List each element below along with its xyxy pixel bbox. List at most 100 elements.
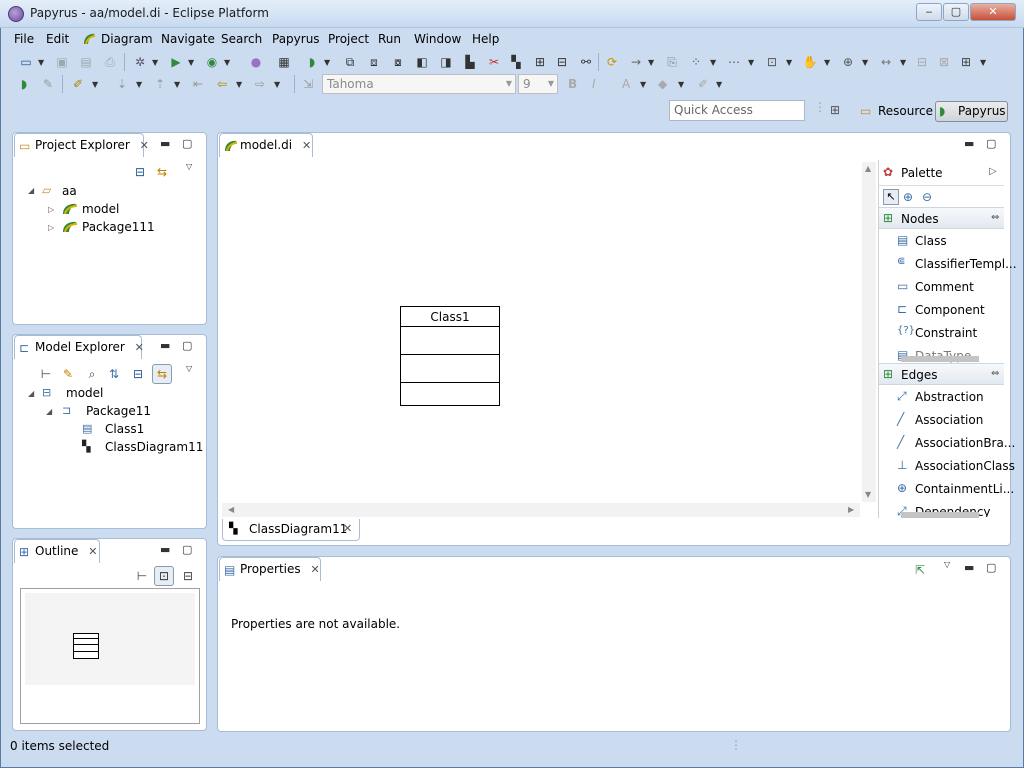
papyrus-leaf-icon[interactable]: ◗ bbox=[16, 76, 32, 92]
outline-tree-icon[interactable]: ⊢ bbox=[134, 568, 150, 584]
next-annotation-icon[interactable]: ⇣ bbox=[114, 76, 130, 92]
external-tools-icon[interactable]: ◉ bbox=[204, 54, 220, 70]
nested-classifiers-compartment[interactable] bbox=[401, 383, 499, 405]
forward-dropdown-icon[interactable]: ▼ bbox=[274, 80, 280, 89]
menu-navigate[interactable]: Navigate bbox=[161, 32, 215, 46]
tree-item-classdiagram11[interactable]: ClassDiagram11 bbox=[105, 440, 203, 454]
bold-icon[interactable]: B bbox=[568, 77, 577, 91]
scroll-left-icon[interactable]: ◀ bbox=[228, 505, 234, 514]
make-same-size-icon[interactable]: ⊡ bbox=[764, 54, 780, 70]
perspective-resource-button[interactable]: ▭ Resource bbox=[858, 101, 933, 121]
editor-tab-model-di[interactable]: model.di ✕ bbox=[219, 133, 313, 157]
maximize-icon[interactable]: ▢ bbox=[182, 137, 192, 150]
properties-tab[interactable]: ▤ Properties ✕ bbox=[219, 557, 321, 581]
menu-window[interactable]: Window bbox=[414, 32, 461, 46]
menu-file[interactable]: File bbox=[14, 32, 34, 46]
attributes-compartment[interactable] bbox=[401, 327, 499, 355]
italic-icon[interactable]: I bbox=[592, 77, 596, 91]
route-style-icon[interactable]: → bbox=[628, 54, 644, 70]
outline-viewport[interactable] bbox=[25, 593, 195, 685]
layout-icon[interactable]: ⊞ bbox=[532, 54, 548, 70]
zoom-tool-icon[interactable]: ✋ bbox=[802, 54, 818, 70]
maximize-icon[interactable]: ▢ bbox=[182, 339, 192, 352]
size-dropdown-icon[interactable]: ▼ bbox=[786, 58, 792, 67]
copy-format-icon[interactable]: ⎘ bbox=[664, 54, 680, 70]
palette-item-association-branch[interactable]: ╱ AssociationBra... bbox=[879, 432, 1015, 454]
close-window-button[interactable]: ✕ bbox=[970, 3, 1016, 21]
run-icon[interactable]: ▶ bbox=[168, 54, 184, 70]
minimize-icon[interactable]: ▬ bbox=[160, 543, 170, 556]
papyrus-sphere-icon[interactable]: ● bbox=[248, 54, 264, 70]
expanded-arrow-icon[interactable]: ◢ bbox=[28, 186, 34, 195]
font-name-combo[interactable]: Tahoma ▼ bbox=[322, 74, 516, 94]
tree-item-class1[interactable]: Class1 bbox=[105, 422, 144, 436]
operations-compartment[interactable] bbox=[401, 355, 499, 383]
palette-scroll-indicator[interactable] bbox=[901, 512, 979, 518]
model-explorer-tab[interactable]: ⊏ Model Explorer ✕ bbox=[14, 335, 144, 359]
menu-run[interactable]: Run bbox=[378, 32, 401, 46]
minimize-icon[interactable]: ▬ bbox=[964, 561, 974, 574]
external-tools-dropdown-icon[interactable]: ▼ bbox=[224, 58, 230, 67]
outline-overview-icon[interactable]: ⊡ bbox=[154, 566, 174, 586]
select-all-icon[interactable]: ⁘ bbox=[688, 54, 704, 70]
tree-item-model[interactable]: model bbox=[66, 386, 103, 400]
forward-icon[interactable]: ⇨ bbox=[252, 76, 268, 92]
minimize-window-button[interactable]: ‒ bbox=[916, 3, 942, 21]
zoom-dropdown-icon[interactable]: ▼ bbox=[824, 58, 830, 67]
synchronize-icon[interactable]: ⟳ bbox=[604, 54, 620, 70]
maximize-icon[interactable]: ▢ bbox=[986, 137, 996, 150]
diagram-canvas[interactable] bbox=[222, 162, 860, 502]
prev-annotation-dropdown-icon[interactable]: ▼ bbox=[174, 80, 180, 89]
open-type-icon[interactable]: ▦ bbox=[276, 54, 292, 70]
pin-properties-icon[interactable]: ⇱ bbox=[912, 562, 928, 578]
menu-edit[interactable]: Edit bbox=[46, 32, 69, 46]
brush-icon[interactable]: ✐ bbox=[70, 76, 86, 92]
menu-project[interactable]: Project bbox=[328, 32, 369, 46]
maximize-window-button[interactable]: ▢ bbox=[943, 3, 969, 21]
align-left-icon[interactable]: ⧉ bbox=[342, 54, 358, 70]
fit-dropdown-icon[interactable]: ▼ bbox=[980, 58, 986, 67]
grid-dropdown-icon[interactable]: ▼ bbox=[748, 58, 754, 67]
new-icon[interactable]: ▭ bbox=[18, 54, 34, 70]
route-style-dropdown-icon[interactable]: ▼ bbox=[648, 58, 654, 67]
collapse-palette-icon[interactable]: ▷ bbox=[989, 166, 997, 177]
menu-papyrus[interactable]: Papyrus bbox=[272, 32, 320, 46]
open-perspective-icon[interactable]: ⊞ bbox=[826, 102, 844, 120]
routing-dropdown-icon[interactable]: ▼ bbox=[862, 58, 868, 67]
scroll-up-icon[interactable]: ▲ bbox=[865, 164, 871, 173]
new-dropdown-icon[interactable]: ▼ bbox=[38, 58, 44, 67]
run-dropdown-icon[interactable]: ▼ bbox=[188, 58, 194, 67]
close-icon[interactable]: ✕ bbox=[343, 522, 352, 535]
align-center-icon[interactable]: ⧈ bbox=[366, 54, 382, 70]
collapsed-arrow-icon[interactable]: ▷ bbox=[48, 205, 54, 214]
scroll-right-icon[interactable]: ▶ bbox=[848, 505, 854, 514]
palette-item-class[interactable]: ▤ Class bbox=[879, 230, 1004, 252]
palette-item-association-class[interactable]: ⊥ AssociationClass bbox=[879, 455, 1015, 477]
class-name-label[interactable]: Class1 bbox=[401, 307, 499, 327]
font-color-dropdown-icon[interactable]: ▼ bbox=[640, 80, 646, 89]
tree-item-package111[interactable]: Package111 bbox=[82, 220, 155, 234]
debug-icon[interactable]: ✲ bbox=[132, 54, 148, 70]
uml-class-node[interactable]: Class1 bbox=[400, 306, 500, 406]
pin-drawer-icon[interactable]: ⇔ bbox=[991, 368, 999, 379]
palette-item-comment[interactable]: ▭ Comment bbox=[879, 276, 1004, 298]
close-icon[interactable]: ✕ bbox=[310, 563, 319, 576]
connector-dropdown-icon[interactable]: ▼ bbox=[900, 58, 906, 67]
save-all-icon[interactable]: ▤ bbox=[78, 54, 94, 70]
fill-color-icon[interactable]: ◆ bbox=[658, 77, 667, 91]
outline-tab[interactable]: ⊞ Outline ✕ bbox=[14, 539, 100, 563]
pin-drawer-icon[interactable]: ⇔ bbox=[991, 212, 999, 223]
horizontal-scrollbar[interactable]: ◀ ▶ bbox=[222, 503, 860, 517]
perspective-papyrus-button[interactable]: ◗ Papyrus bbox=[935, 101, 1008, 122]
zoom-in-icon[interactable]: ⊕ bbox=[903, 190, 913, 204]
outline-thumbnail[interactable] bbox=[20, 588, 200, 724]
customize-icon[interactable]: ✎ bbox=[60, 366, 76, 382]
last-edit-icon[interactable]: ⇤ bbox=[190, 76, 206, 92]
font-color-icon[interactable]: A bbox=[622, 77, 630, 91]
back-dropdown-icon[interactable]: ▼ bbox=[236, 80, 242, 89]
line-color-dropdown-icon[interactable]: ▼ bbox=[716, 80, 722, 89]
pin-icon[interactable]: ⇲ bbox=[300, 76, 316, 92]
vertical-scrollbar[interactable]: ▲ ▼ bbox=[862, 162, 876, 502]
outline-hierarchy-icon[interactable]: ⊟ bbox=[180, 568, 196, 584]
view-menu-icon[interactable]: ▽ bbox=[944, 560, 950, 569]
